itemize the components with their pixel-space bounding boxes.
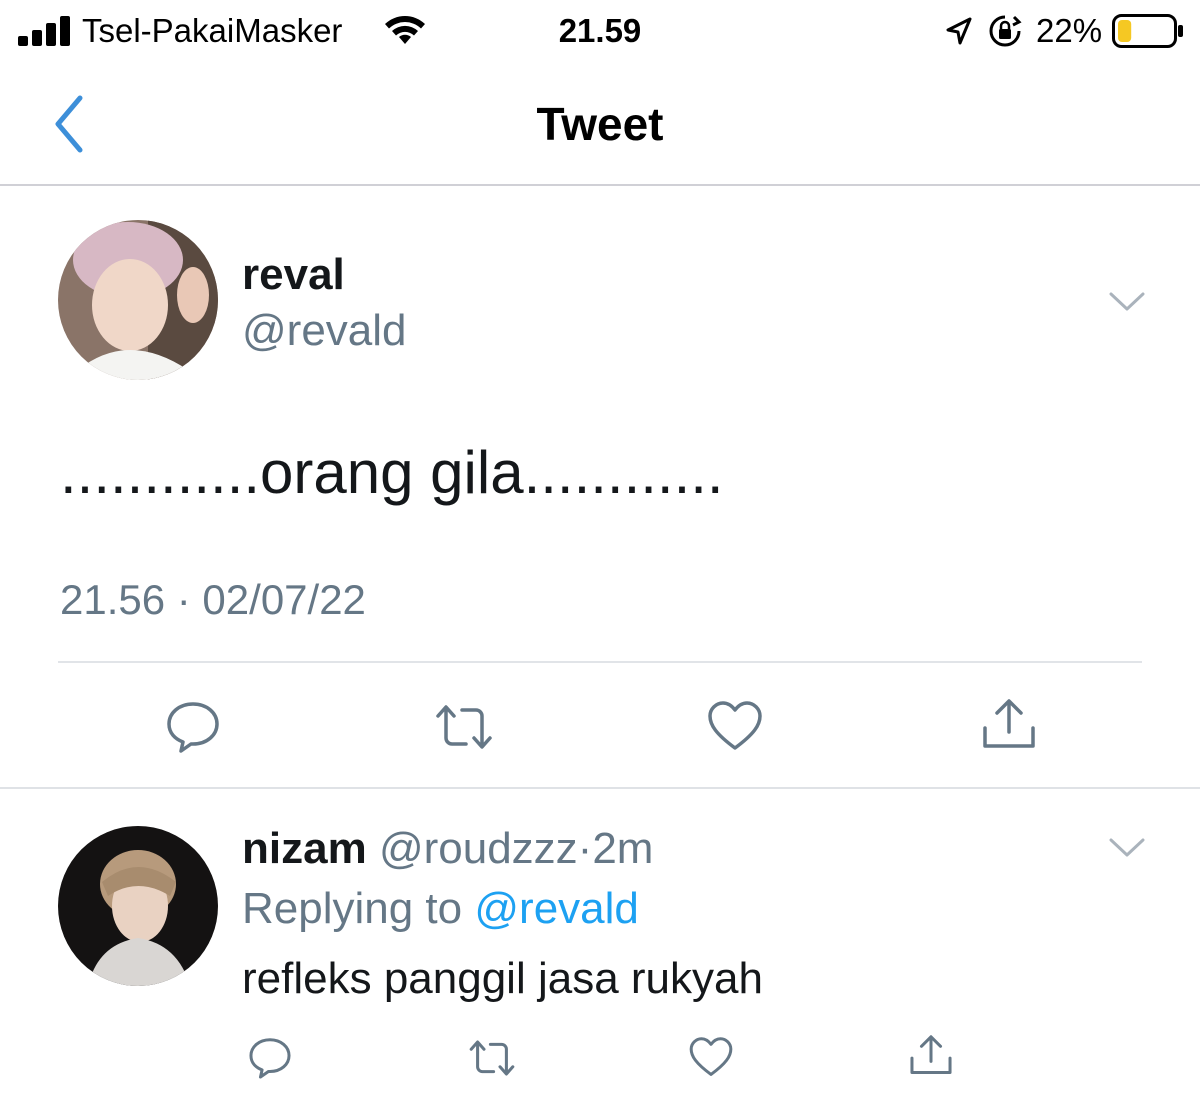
location-arrow-icon xyxy=(946,17,972,45)
tweet-divider xyxy=(58,661,1142,663)
reply-author-name[interactable]: nizam xyxy=(242,824,367,873)
reply-header: nizam @roudzzz·2m xyxy=(242,824,653,874)
chevron-down-icon[interactable] xyxy=(1107,290,1147,314)
rotation-lock-icon xyxy=(989,15,1022,47)
retweet-icon xyxy=(469,1040,515,1076)
battery-icon xyxy=(1112,14,1183,48)
reply-text: refleks panggil jasa rukyah xyxy=(242,954,763,1003)
like-icon xyxy=(689,1037,733,1076)
page-title: Tweet xyxy=(536,98,664,150)
like-button[interactable] xyxy=(706,700,764,752)
reply-retweet-button[interactable] xyxy=(466,1038,518,1078)
reply-icon xyxy=(249,1038,291,1079)
author-name[interactable]: reval xyxy=(242,250,345,300)
reply-reply-button[interactable] xyxy=(247,1036,293,1080)
tweet-text: ............orang gila............ xyxy=(60,439,724,506)
reply-button[interactable] xyxy=(164,700,222,754)
chevron-down-icon[interactable] xyxy=(1107,836,1147,860)
status-bar: Tsel-PakaiMasker 21.59 22% xyxy=(0,0,1200,64)
nav-divider xyxy=(0,184,1200,186)
author-avatar[interactable] xyxy=(58,220,218,380)
reply-author-handle[interactable]: @roudzzz xyxy=(379,824,578,873)
reply-icon xyxy=(167,702,219,753)
reply-share-button[interactable] xyxy=(908,1032,954,1078)
retweet-button[interactable] xyxy=(432,702,496,752)
replying-to-mention[interactable]: @revald xyxy=(474,884,639,933)
share-icon xyxy=(983,699,1035,748)
replying-to-label: Replying to xyxy=(242,884,463,933)
share-button[interactable] xyxy=(980,696,1038,752)
reply-separator: · xyxy=(577,824,593,873)
reply-age: 2m xyxy=(592,824,654,873)
reply-author-avatar[interactable] xyxy=(58,826,218,986)
share-icon xyxy=(910,1035,952,1074)
retweet-icon xyxy=(436,705,492,749)
author-handle[interactable]: @revald xyxy=(242,306,407,356)
like-icon xyxy=(708,701,762,750)
section-divider xyxy=(0,787,1200,789)
reply-like-button[interactable] xyxy=(688,1036,734,1078)
replying-to: Replying to @revald xyxy=(242,884,639,934)
battery-percentage: 22% xyxy=(1036,12,1103,49)
tweet-timestamp: 21.56 · 02/07/22 xyxy=(60,576,366,623)
